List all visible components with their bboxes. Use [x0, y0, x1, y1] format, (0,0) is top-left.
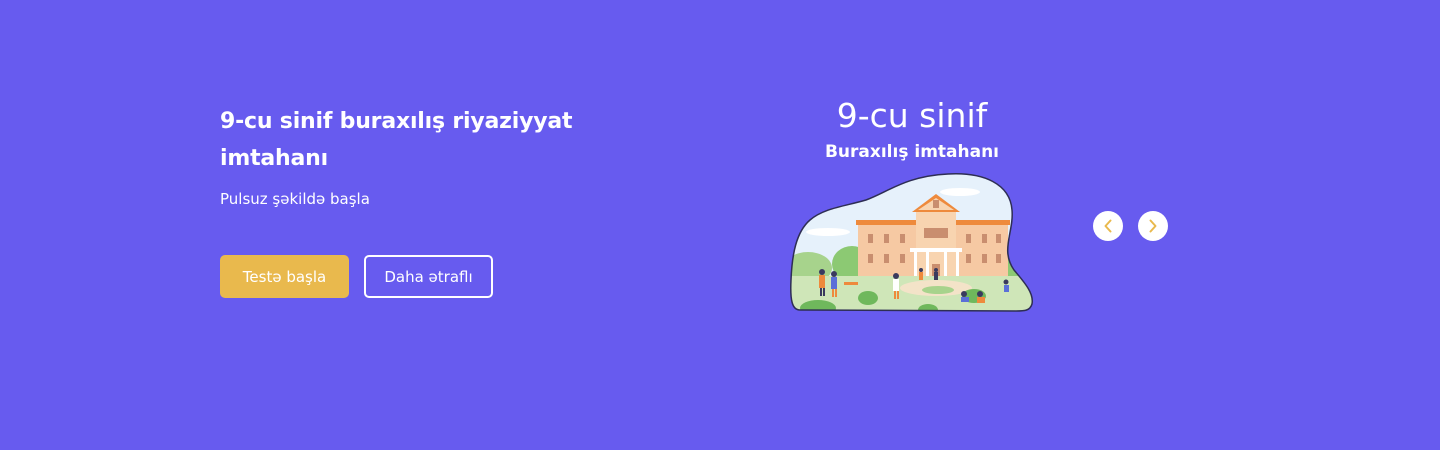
hero-title: 9-cu sinif buraxılış riyaziyyat imtahanı: [220, 109, 573, 171]
hero-subtitle: Pulsuz şəkildə başla: [220, 190, 370, 208]
slide-subtitle: Buraxılış imtahanı: [824, 142, 1000, 162]
chevron-right-icon: [1149, 219, 1157, 233]
start-test-button[interactable]: Testə başla: [220, 255, 349, 298]
learn-more-button[interactable]: Daha ətraflı: [364, 255, 493, 298]
carousel-prev-button[interactable]: [1093, 211, 1123, 241]
carousel-next-button[interactable]: [1138, 211, 1168, 241]
hero-banner: 9-cu sinif buraxılış riyaziyyat imtahanı…: [0, 0, 1440, 450]
school-building-illustration: [790, 173, 1034, 312]
chevron-left-icon: [1104, 219, 1112, 233]
slide-title: 9-cu sinif: [836, 96, 988, 135]
